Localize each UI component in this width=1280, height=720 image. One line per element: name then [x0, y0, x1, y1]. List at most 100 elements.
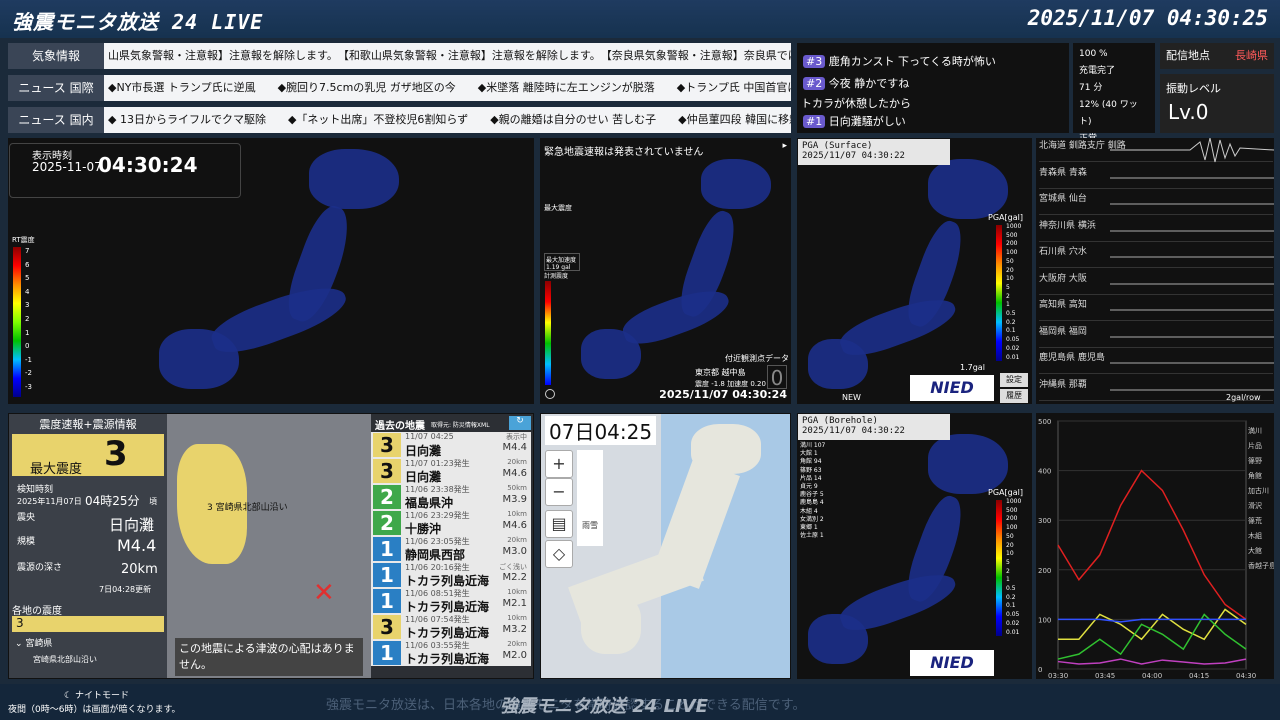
pga-borehole-header: PGA (Borehole) 2025/11/07 04:30:22 [798, 414, 950, 440]
ticker-domestic-news: ニュース 国内 ◆ 13日からライフルでクマ駆除 ◆「ネット出席」不登校児6割知… [8, 107, 791, 133]
history-shindo: 3 [373, 433, 401, 457]
history-mag: M3.0 [502, 546, 527, 557]
zoom-in-button[interactable]: + [545, 450, 573, 478]
series-line [1057, 658, 1247, 665]
comment-item: #3 鹿角カンスト 下ってくる時が怖い [803, 53, 996, 69]
refresh-icon[interactable]: ↻ [509, 416, 531, 430]
kyushu-land [581, 594, 641, 654]
eew-timestamp: 2025/11/07 04:30:24 [659, 388, 787, 401]
history-shindo: 2 [373, 511, 401, 535]
shaking-value: Lv.0 [1168, 100, 1209, 124]
history-mag: M4.4 [502, 442, 527, 453]
max-intensity-box: 最大震度 3 [12, 434, 164, 477]
history-depth: 50km [507, 484, 527, 492]
legend-title: RT震度 [12, 236, 35, 244]
history-depth: 20km [507, 640, 527, 648]
history-row[interactable]: 2 11/06 23:38発生 福島県沖 M3.9 50km [371, 484, 531, 510]
settings-icon[interactable] [545, 389, 555, 399]
history-place: トカラ列島近海 [405, 574, 490, 588]
history-depth: 10km [507, 588, 527, 596]
pga-trend-chart: 500 400 300 200 100 0 03:30 03:45 04:00 04:15 04:3… [1036, 413, 1276, 680]
weather-map-time: 07日04:25 [545, 416, 657, 445]
history-mag: M2.1 [502, 598, 527, 609]
legend-label: 満川 [1248, 427, 1262, 435]
station-item: 女満別 2 [800, 515, 824, 523]
rain-toggle[interactable]: 雨雪 [577, 450, 603, 546]
history-place: 静岡県西部 [405, 548, 466, 562]
station-item: 満川 107 [800, 442, 826, 449]
history-place: トカラ列島近海 [405, 626, 490, 640]
history-shindo: 1 [373, 589, 401, 613]
history-row[interactable]: 2 11/06 23:29発生 十勝沖 M4.6 10km [371, 510, 531, 536]
history-place: 日向灘 [405, 444, 442, 458]
near-intensity: 0 [767, 365, 787, 390]
legend-label: 大館 [1248, 546, 1262, 555]
history-mag: M2.2 [502, 572, 527, 583]
series-line [1057, 469, 1247, 621]
station-item: 角館 94 [800, 458, 822, 466]
footer-bar: ☾ ナイトモード 夜間（0時〜6時）は画面が暗くなります。 強震モニタ放送は、日… [0, 684, 1280, 720]
date-value: 2025-11-07 [32, 160, 102, 174]
history-row[interactable]: 3 11/07 01:23発生 日向灘 M4.6 20km [371, 458, 531, 484]
new-label: NEW [842, 393, 861, 402]
station-item: 木組 4 [800, 507, 818, 515]
shaking-level-box: 振動レベル Lv.0 [1160, 74, 1274, 133]
prefecture[interactable]: ⌄ 宮崎県 [15, 636, 52, 649]
station-item: 貞元 9 [800, 483, 818, 491]
history-shindo: 3 [373, 615, 401, 639]
history-depth: 10km [507, 614, 527, 622]
ticker-label: ニュース 国際 [8, 75, 104, 101]
history-shindo: 1 [373, 537, 401, 561]
legend-label: 角館 [1248, 471, 1262, 480]
footer-brand: 強震モニタ放送 24 LIVE [500, 696, 708, 717]
legend-label: 篠野 [1248, 456, 1262, 465]
charge-state: 充電完了 [1079, 66, 1116, 76]
history-row[interactable]: 1 11/06 20:16発生 トカラ列島近海 M2.2 ごく浅い [371, 562, 531, 588]
ticker-text: 山県気象警報・注意報】注意報を解除します。 【和歌山県気象警報・注意報】注意報を… [108, 49, 791, 62]
power-draw: 12% (40 ワット) [1079, 100, 1138, 127]
history-date: 11/07 04:25 [405, 432, 454, 441]
nied-logo: NIED [910, 650, 994, 676]
layer-toggle-button[interactable]: ▤ [545, 510, 573, 538]
history-row[interactable]: 1 11/06 03:55発生 トカラ列島近海 M2.0 20km [371, 640, 531, 666]
history-row[interactable]: 1 11/06 08:51発生 トカラ列島近海 M2.1 10km [371, 588, 531, 614]
station-item: 佐土原 1 [800, 532, 824, 540]
y-tick-label: 300 [1038, 517, 1051, 525]
station-item: 東郷 1 [800, 524, 818, 532]
zoom-out-button[interactable]: − [545, 478, 573, 506]
history-row[interactable]: 1 11/06 23:05発生 静岡県西部 M3.0 20km [371, 536, 531, 562]
y-tick-label: 100 [1038, 616, 1051, 624]
history-depth: 20km [507, 536, 527, 544]
history-place: 十勝沖 [405, 522, 442, 536]
waveform-traces [1110, 138, 1274, 391]
y-tick-label: 200 [1038, 567, 1051, 575]
history-place: 日向灘 [405, 470, 442, 484]
night-mode-desc: 夜間（0時〜6時）は画面が暗くなります。 [8, 705, 181, 715]
plot-frame [1057, 420, 1247, 670]
location-value: 長崎県 [1235, 49, 1268, 62]
location-box: 配信地点 長崎県 [1160, 43, 1274, 69]
intensity-label: 計測震度 [544, 273, 569, 280]
comment-item: #1 日向灘騒がしい [803, 113, 906, 129]
ticker-label: 気象情報 [8, 43, 104, 69]
intensity-color-bar [545, 281, 551, 385]
header-clock: 2025/11/07 04:30:25 [1027, 6, 1268, 30]
history-button[interactable]: 履歴 [1000, 389, 1028, 403]
layers-button[interactable]: ◇ [545, 540, 573, 568]
history-place: トカラ列島近海 [405, 600, 490, 614]
x-tick-label: 03:30 [1048, 672, 1068, 679]
shaking-label: 振動レベル [1166, 82, 1221, 95]
series-line [1058, 608, 1247, 641]
app-title: 強震モニタ放送 24 LIVE [12, 10, 264, 34]
depth: 20km [121, 562, 158, 577]
area-intensity: 3 [12, 616, 164, 632]
waveform-scale: 2gal/row [1226, 393, 1261, 402]
legend-label: 滑沢 [1248, 501, 1262, 510]
history-row[interactable]: 3 11/06 07:54発生 トカラ列島近海 M3.2 10km [371, 614, 531, 640]
expand-arrow-icon[interactable]: ▸ [782, 141, 787, 151]
pga-borehole-map: PGA (Borehole) 2025/11/07 04:30:22 満川 107… [797, 413, 1032, 679]
chart-svg: 500 400 300 200 100 0 03:30 03:45 04:00 04:15 04:3… [1038, 418, 1276, 680]
history-depth: ごく浅い [499, 563, 527, 571]
settings-button[interactable]: 設定 [1000, 373, 1028, 387]
history-row[interactable]: 3 11/07 04:25 日向灘 M4.4 表示中 [371, 432, 531, 458]
